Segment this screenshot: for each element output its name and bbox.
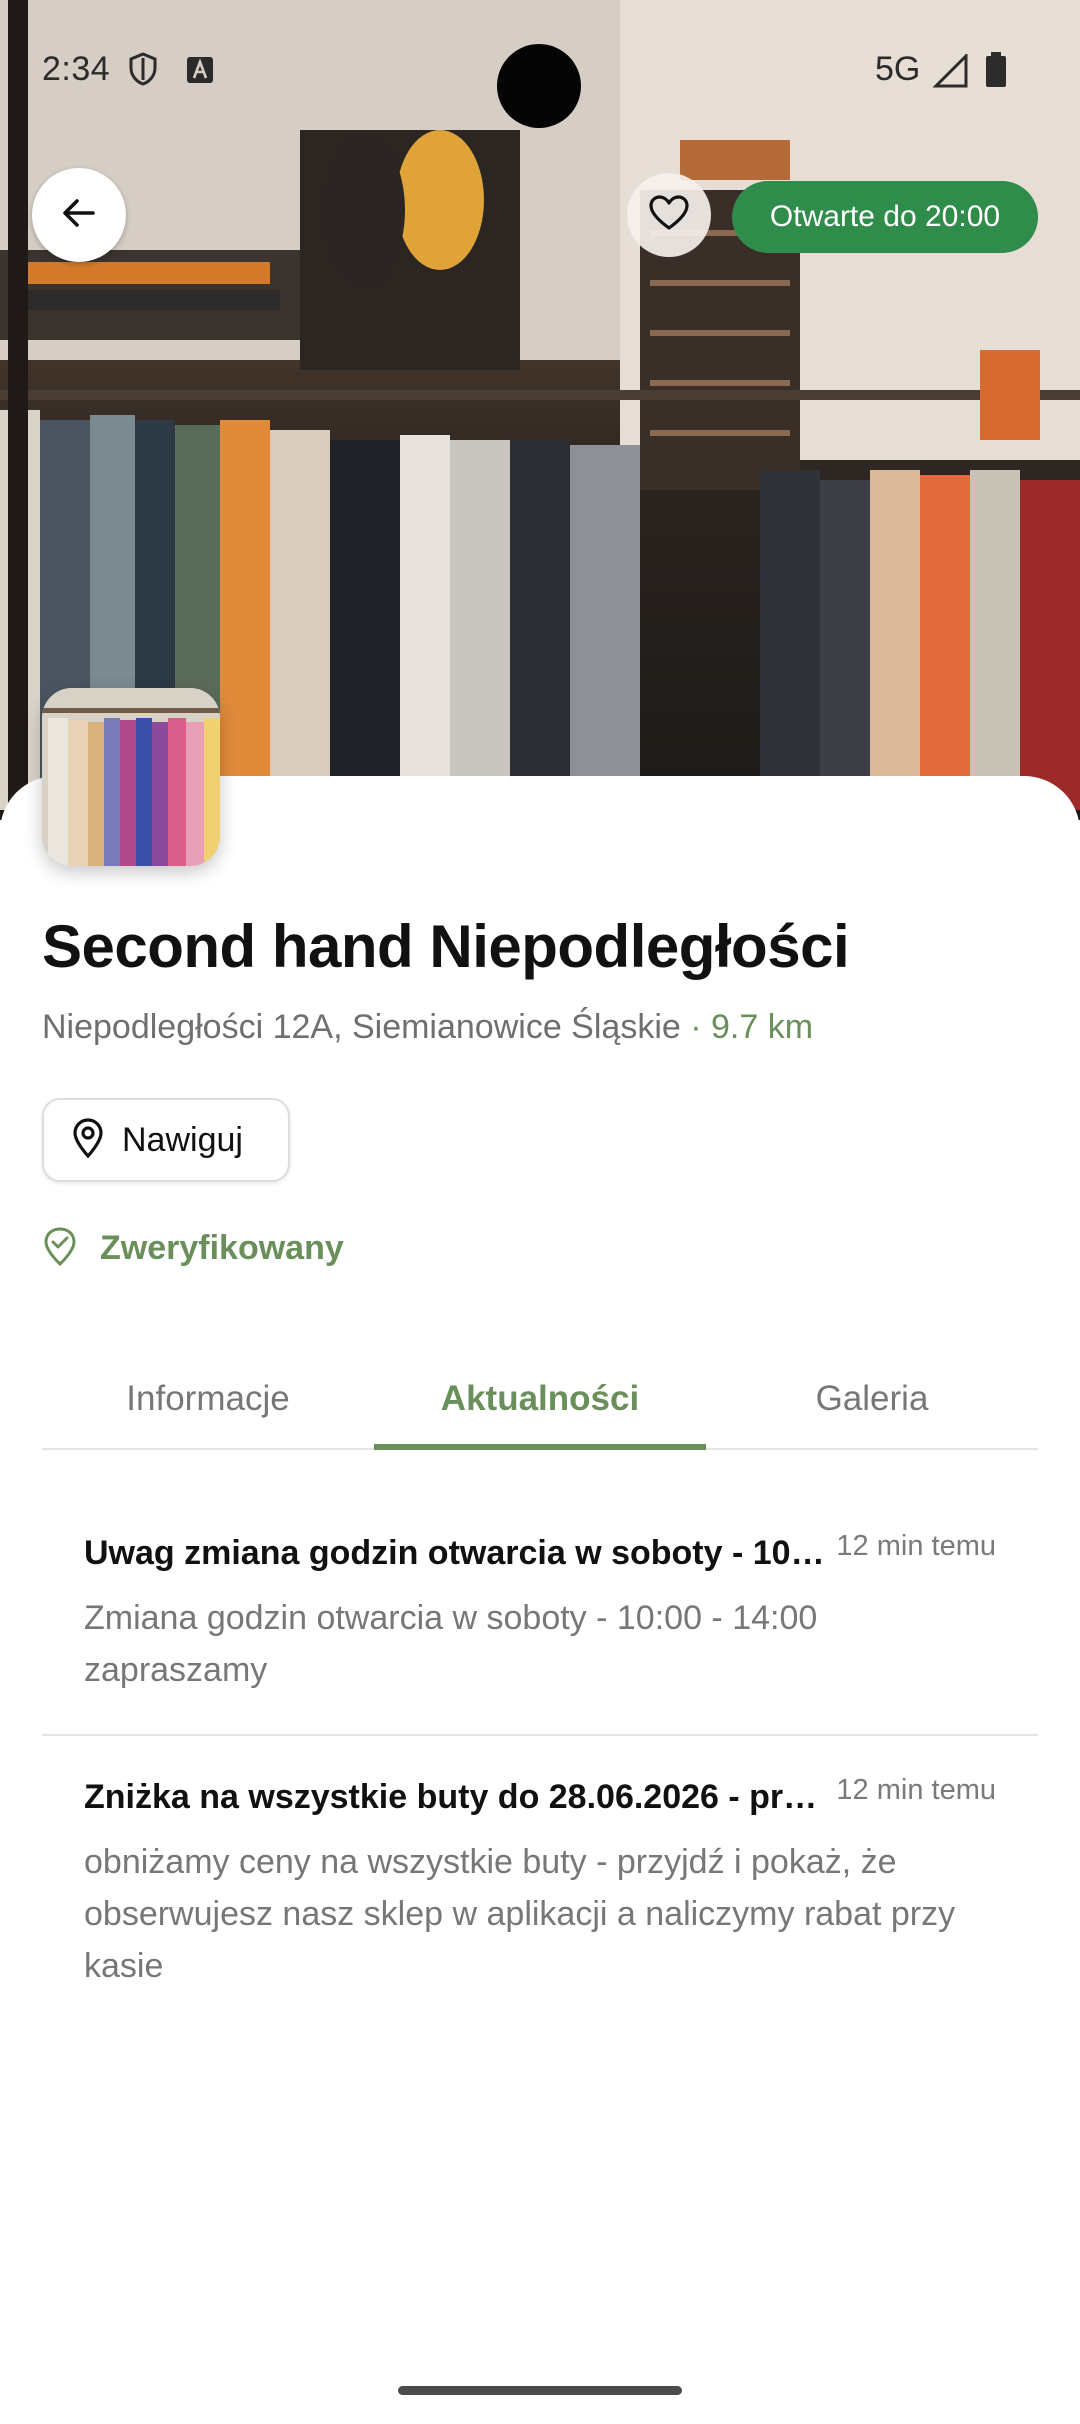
battery-icon bbox=[985, 52, 1007, 93]
verified-status: Zweryfikowany bbox=[42, 1226, 344, 1271]
camera-cutout bbox=[497, 44, 581, 128]
shop-distance: · 9.7 km bbox=[690, 1008, 814, 1046]
verified-label: Zweryfikowany bbox=[100, 1229, 344, 1267]
verified-badge-icon bbox=[42, 1226, 78, 1271]
status-bar: 2:34 5G bbox=[0, 0, 1080, 140]
favorite-button[interactable] bbox=[627, 173, 711, 257]
arrow-left-icon bbox=[59, 193, 99, 238]
signal-icon bbox=[932, 52, 968, 93]
network-type: 5G bbox=[875, 50, 921, 88]
divider bbox=[42, 1734, 1038, 1736]
shop-name: Second hand Niepodległości bbox=[42, 913, 850, 980]
news-body: obniżamy ceny na wszystkie buty - przyjd… bbox=[84, 1843, 956, 1985]
shop-address-line: Niepodległości 12A, Siemianowice Śląskie… bbox=[42, 1008, 813, 1047]
news-body: Zmiana godzin otwarcia w soboty - 10:00 … bbox=[84, 1599, 818, 1689]
shield-icon bbox=[128, 52, 158, 91]
news-time: 12 min temu bbox=[836, 1774, 996, 1806]
news-title: Zniżka na wszystkie buty do 28.06.2026 -… bbox=[84, 1778, 834, 1816]
navigate-button[interactable]: Nawiguj bbox=[42, 1098, 290, 1182]
tab-bar: Informacje Aktualności Galeria bbox=[42, 1350, 1038, 1450]
map-pin-icon bbox=[72, 1117, 104, 1163]
home-indicator[interactable] bbox=[398, 2386, 682, 2395]
open-hours-badge: Otwarte do 20:00 bbox=[732, 181, 1038, 253]
shop-thumbnail bbox=[42, 688, 220, 866]
back-button[interactable] bbox=[32, 168, 126, 262]
navigate-label: Nawiguj bbox=[122, 1120, 243, 1159]
news-title: Uwag zmiana godzin otwarcia w soboty - 1… bbox=[84, 1534, 834, 1572]
status-time: 2:34 bbox=[42, 50, 111, 88]
active-tab-indicator bbox=[374, 1444, 706, 1450]
tab-aktualnosci[interactable]: Aktualności bbox=[374, 1350, 706, 1448]
keyboard-a-icon bbox=[186, 56, 214, 89]
tab-informacje[interactable]: Informacje bbox=[42, 1350, 374, 1448]
tab-galeria[interactable]: Galeria bbox=[706, 1350, 1038, 1448]
news-time: 12 min temu bbox=[836, 1530, 996, 1562]
heart-icon bbox=[649, 194, 689, 236]
shop-address: Niepodległości 12A, Siemianowice Śląskie bbox=[42, 1008, 681, 1046]
